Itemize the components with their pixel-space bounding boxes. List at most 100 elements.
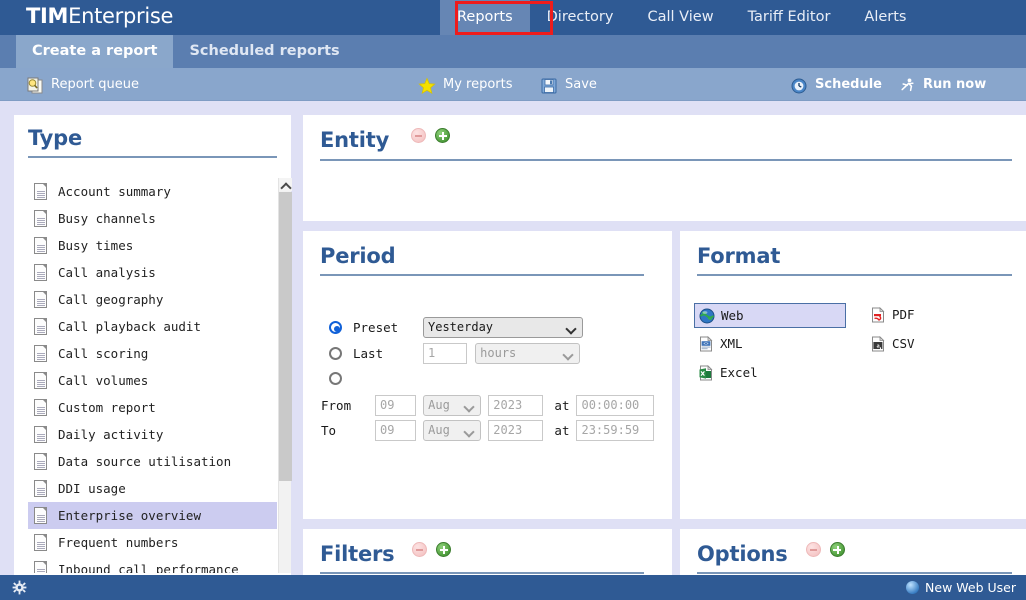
period-from-month-select[interactable]: Aug: [423, 395, 481, 416]
schedule-button[interactable]: Schedule: [790, 68, 882, 101]
period-to-at-label: at: [554, 423, 569, 438]
period-custom-row: [329, 371, 353, 386]
type-item-ddi-usage[interactable]: DDI usage: [28, 475, 277, 502]
period-to-year-input[interactable]: 2023: [488, 420, 543, 441]
report-type-list[interactable]: Account summary Busy channels Busy times…: [28, 178, 277, 573]
remove-filter-icon[interactable]: [412, 542, 427, 557]
format-option-web[interactable]: Web: [694, 303, 846, 328]
type-item-call-geography[interactable]: Call geography: [28, 286, 277, 313]
current-user-indicator[interactable]: New Web User: [906, 575, 1016, 600]
type-item-label: Data source utilisation: [58, 454, 231, 469]
type-item-call-volumes[interactable]: Call volumes: [28, 367, 277, 394]
brand-name-light: Enterprise: [68, 4, 173, 28]
document-icon: [34, 453, 47, 470]
type-item-label: Busy channels: [58, 211, 156, 226]
type-item-busy-times[interactable]: Busy times: [28, 232, 277, 259]
remove-entity-icon[interactable]: [411, 128, 426, 143]
entity-panel-divider: [320, 159, 1012, 161]
type-list-scrollbar[interactable]: [278, 178, 291, 573]
type-item-inbound-call-performance[interactable]: Inbound call performance: [28, 556, 277, 573]
document-icon: [34, 318, 47, 335]
csv-icon: a: [870, 336, 886, 352]
period-last-unit-select[interactable]: hours: [475, 343, 580, 364]
type-item-data-source-utilisation[interactable]: Data source utilisation: [28, 448, 277, 475]
tab-scheduled-reports[interactable]: Scheduled reports: [173, 35, 355, 68]
report-queue-button[interactable]: Report queue: [26, 68, 139, 101]
sub-tab-bar: Create a reportScheduled reports: [0, 35, 1026, 68]
period-custom-radio[interactable]: [329, 372, 342, 385]
period-last-count-input[interactable]: 1: [423, 343, 467, 364]
period-panel-title: Period: [320, 244, 395, 268]
type-panel-title: Type: [28, 126, 82, 150]
document-icon: [34, 372, 47, 389]
period-preset-select[interactable]: Yesterday: [423, 317, 583, 338]
status-bar: New Web User: [0, 575, 1026, 600]
brand-name-bold: TIM: [26, 4, 68, 28]
type-item-frequent-numbers[interactable]: Frequent numbers: [28, 529, 277, 556]
format-option-label: XML: [720, 336, 743, 351]
scrollbar-thumb[interactable]: [279, 192, 292, 481]
period-from-day-input[interactable]: 09: [375, 395, 416, 416]
type-item-call-playback-audit[interactable]: Call playback audit: [28, 313, 277, 340]
period-to-day-input[interactable]: 09: [375, 420, 416, 441]
period-to-row: To09 Aug 2023 at23:59:59: [321, 420, 654, 441]
run-now-button[interactable]: Run now: [898, 68, 986, 101]
options-panel-actions: [806, 538, 854, 557]
period-last-radio[interactable]: [329, 347, 342, 360]
document-icon: [34, 291, 47, 308]
type-item-label: Call analysis: [58, 265, 156, 280]
remove-option-icon[interactable]: [806, 542, 821, 557]
my-reports-button[interactable]: My reports: [418, 68, 513, 101]
add-filter-icon[interactable]: [436, 542, 451, 557]
type-item-busy-channels[interactable]: Busy channels: [28, 205, 277, 232]
format-panel-title: Format: [697, 244, 780, 268]
nav-item-tariff-editor[interactable]: Tariff Editor: [731, 0, 848, 35]
type-item-account-summary[interactable]: Account summary: [28, 178, 277, 205]
scroll-up-arrow-icon[interactable]: [279, 178, 292, 191]
period-to-time-input[interactable]: 23:59:59: [576, 420, 654, 441]
type-item-custom-report[interactable]: Custom report: [28, 394, 277, 421]
main-content-area: Type Account summary Busy channels Busy …: [0, 101, 1026, 575]
report-queue-label: Report queue: [51, 77, 139, 92]
tab-create-a-report[interactable]: Create a report: [16, 35, 173, 68]
type-item-enterprise-overview[interactable]: Enterprise overview: [28, 502, 277, 529]
format-option-xml[interactable]: <> XML: [694, 332, 743, 356]
type-item-call-scoring[interactable]: Call scoring: [28, 340, 277, 367]
entity-panel-title: Entity: [320, 128, 389, 152]
nav-item-reports[interactable]: Reports: [440, 0, 530, 35]
type-item-label: DDI usage: [58, 481, 126, 496]
period-from-time-input[interactable]: 00:00:00: [576, 395, 654, 416]
period-from-label: From: [321, 398, 375, 413]
clock-icon: [790, 75, 808, 93]
entity-panel-actions: [411, 124, 459, 143]
runner-icon: [898, 75, 916, 93]
add-option-icon[interactable]: [830, 542, 845, 557]
app-logo: TIMEnterprise: [26, 4, 173, 28]
period-to-month-select[interactable]: Aug: [423, 420, 481, 441]
add-entity-icon[interactable]: [435, 128, 450, 143]
period-preset-radio[interactable]: [329, 321, 342, 334]
format-option-pdf[interactable]: PDF: [866, 303, 915, 327]
nav-item-directory[interactable]: Directory: [530, 0, 631, 35]
type-item-call-analysis[interactable]: Call analysis: [28, 259, 277, 286]
type-item-label: Account summary: [58, 184, 171, 199]
format-option-excel[interactable]: Excel: [694, 361, 758, 385]
report-queue-icon: [26, 75, 44, 93]
main-navigation: ReportsDirectoryCall ViewTariff EditorAl…: [440, 0, 924, 35]
my-reports-label: My reports: [443, 77, 513, 92]
period-from-year-input[interactable]: 2023: [488, 395, 543, 416]
star-icon: [418, 75, 436, 93]
type-item-daily-activity[interactable]: Daily activity: [28, 421, 277, 448]
save-button[interactable]: Save: [540, 68, 597, 101]
report-toolbar: Report queue My reports Save: [0, 68, 1026, 101]
gear-icon[interactable]: [12, 580, 27, 595]
document-icon: [34, 534, 47, 551]
nav-item-call-view[interactable]: Call View: [630, 0, 730, 35]
document-icon: [34, 399, 47, 416]
xml-icon: <>: [698, 336, 714, 352]
type-item-label: Enterprise overview: [58, 508, 201, 523]
period-last-row: Last1 hours: [329, 343, 580, 364]
document-icon: [34, 561, 47, 573]
format-option-csv[interactable]: a CSV: [866, 332, 915, 356]
nav-item-alerts[interactable]: Alerts: [847, 0, 923, 35]
